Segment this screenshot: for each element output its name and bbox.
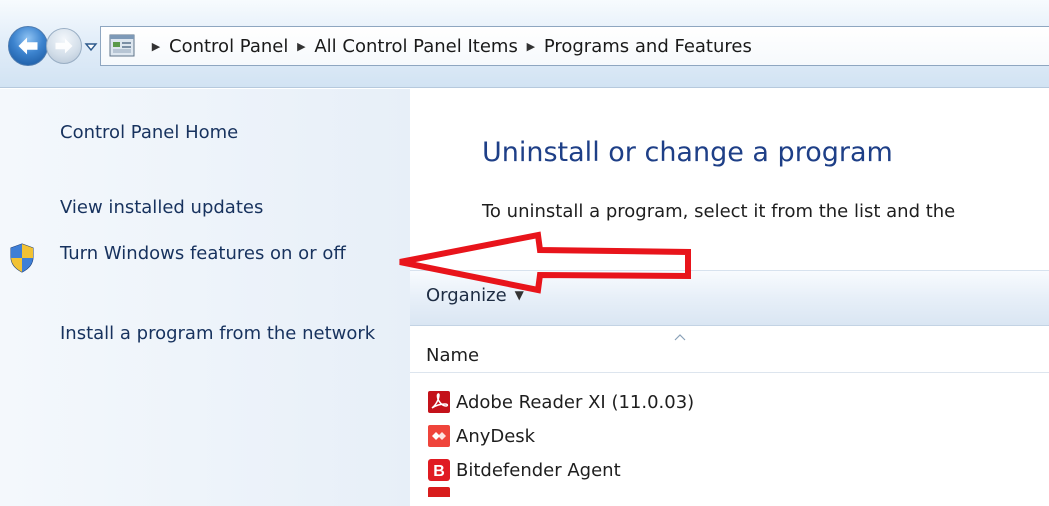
sort-ascending-icon bbox=[674, 334, 686, 341]
install-from-network-link[interactable]: Install a program from the network bbox=[60, 321, 380, 347]
bitdefender-icon: B bbox=[428, 459, 450, 481]
breadcrumb-separator-icon[interactable]: ▶ bbox=[288, 40, 314, 53]
list-item[interactable]: B Bitdefender Agent bbox=[410, 453, 1049, 487]
navigation-bar: ▶ Control Panel ▶ All Control Panel Item… bbox=[0, 0, 1049, 88]
instructions-text: To uninstall a program, select it from t… bbox=[482, 201, 956, 222]
address-bar[interactable]: ▶ Control Panel ▶ All Control Panel Item… bbox=[100, 26, 1049, 66]
list-item[interactable]: AnyDesk bbox=[410, 419, 1049, 453]
forward-arrow-icon bbox=[55, 38, 73, 54]
svg-text:B: B bbox=[433, 463, 445, 480]
program-name: AnyDesk bbox=[456, 425, 536, 447]
breadcrumb: ▶ Control Panel ▶ All Control Panel Item… bbox=[143, 27, 752, 65]
list-item[interactable]: Adobe Reader XI (11.0.03) bbox=[410, 385, 1049, 419]
recent-pages-dropdown-icon[interactable] bbox=[84, 41, 98, 53]
turn-windows-features-link[interactable]: Turn Windows features on or off bbox=[60, 241, 400, 267]
anydesk-icon bbox=[428, 425, 450, 447]
list-header: Name bbox=[410, 327, 1049, 373]
page-title: Uninstall or change a program bbox=[482, 137, 893, 168]
program-name: Adobe Reader XI (11.0.03) bbox=[456, 391, 695, 413]
view-installed-updates-link[interactable]: View installed updates bbox=[60, 195, 263, 221]
breadcrumb-programs-and-features[interactable]: Programs and Features bbox=[544, 36, 752, 57]
adobe-reader-icon bbox=[428, 391, 450, 413]
back-button[interactable] bbox=[8, 26, 48, 66]
breadcrumb-separator-icon[interactable]: ▶ bbox=[518, 40, 544, 53]
forward-button[interactable] bbox=[46, 28, 82, 64]
program-icon bbox=[428, 487, 450, 497]
breadcrumb-control-panel[interactable]: Control Panel bbox=[169, 36, 288, 57]
breadcrumb-all-control-panel-items[interactable]: All Control Panel Items bbox=[314, 36, 517, 57]
uac-shield-icon bbox=[10, 243, 34, 273]
task-pane: Control Panel Home View installed update… bbox=[0, 89, 410, 506]
control-panel-icon bbox=[109, 34, 135, 57]
annotation-arrow-icon bbox=[399, 231, 691, 294]
breadcrumb-separator-icon[interactable]: ▶ bbox=[143, 40, 169, 53]
control-panel-home-link[interactable]: Control Panel Home bbox=[60, 120, 238, 146]
program-name: Bitdefender Agent bbox=[456, 459, 621, 481]
list-item[interactable] bbox=[410, 487, 1049, 497]
back-arrow-icon bbox=[18, 37, 38, 55]
column-header-name[interactable]: Name bbox=[426, 345, 479, 366]
